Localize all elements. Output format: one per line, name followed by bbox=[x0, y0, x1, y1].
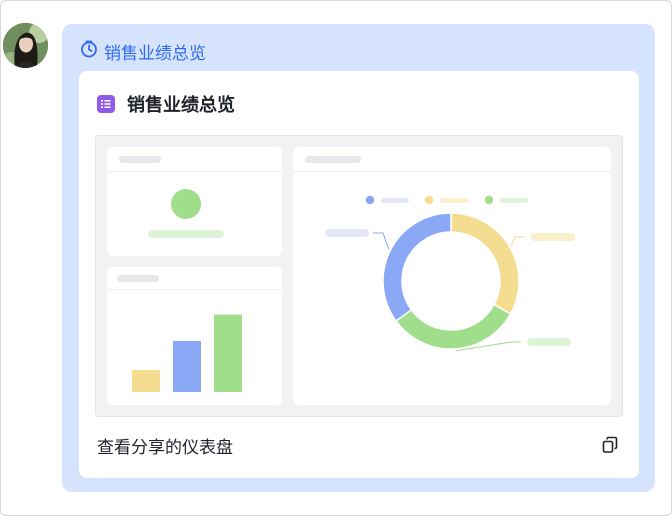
list-doc-icon bbox=[97, 95, 115, 113]
legend-label-placeholder-3 bbox=[500, 198, 528, 203]
bar-3 bbox=[214, 314, 242, 392]
slice-label-placeholder-1 bbox=[531, 233, 575, 241]
donut-slice-3 bbox=[382, 212, 452, 323]
legend-label-placeholder-1 bbox=[381, 198, 409, 203]
message-bubble: 销售业绩总览 销售业绩总览 查看分享的仪表盘 bbox=[62, 24, 655, 492]
donut-chart bbox=[325, 194, 575, 352]
slice-label-placeholder-2 bbox=[527, 338, 571, 346]
donut-chart-panel bbox=[293, 147, 611, 405]
metric-graphic bbox=[148, 189, 224, 238]
card-header: 销售业绩总览 bbox=[97, 91, 235, 117]
leader-line-1 bbox=[510, 236, 525, 246]
bar-1 bbox=[132, 370, 160, 392]
legend-dot-1 bbox=[364, 194, 376, 206]
bar-chart-panel bbox=[107, 267, 282, 405]
message-title: 销售业绩总览 bbox=[104, 43, 206, 64]
donut-slice-1 bbox=[450, 212, 520, 315]
avatar-image bbox=[3, 23, 48, 68]
dashboard-preview[interactable] bbox=[95, 135, 623, 417]
bar-2 bbox=[173, 340, 201, 392]
avatar[interactable] bbox=[3, 23, 48, 68]
copy-icon[interactable] bbox=[601, 436, 619, 454]
card-title: 销售业绩总览 bbox=[127, 95, 235, 116]
legend-label-placeholder-2 bbox=[440, 198, 468, 203]
clock-icon bbox=[80, 40, 98, 62]
legend-dot-2 bbox=[423, 194, 435, 206]
view-dashboard-link[interactable]: 查看分享的仪表盘 bbox=[97, 433, 233, 458]
card-footer: 查看分享的仪表盘 bbox=[97, 433, 619, 458]
leader-line-3 bbox=[373, 232, 390, 250]
dashboard-card[interactable]: 销售业绩总览 查看分享的仪表盘 bbox=[79, 71, 639, 478]
metric-panel bbox=[107, 147, 282, 256]
message-header: 销售业绩总览 bbox=[80, 38, 206, 64]
bar-chart bbox=[132, 314, 242, 392]
donut-slice-2 bbox=[394, 303, 512, 350]
legend-dot-3 bbox=[483, 194, 495, 206]
metric-value-placeholder bbox=[148, 230, 224, 238]
slice-label-placeholder-3 bbox=[325, 229, 369, 237]
metric-dot bbox=[171, 189, 201, 219]
